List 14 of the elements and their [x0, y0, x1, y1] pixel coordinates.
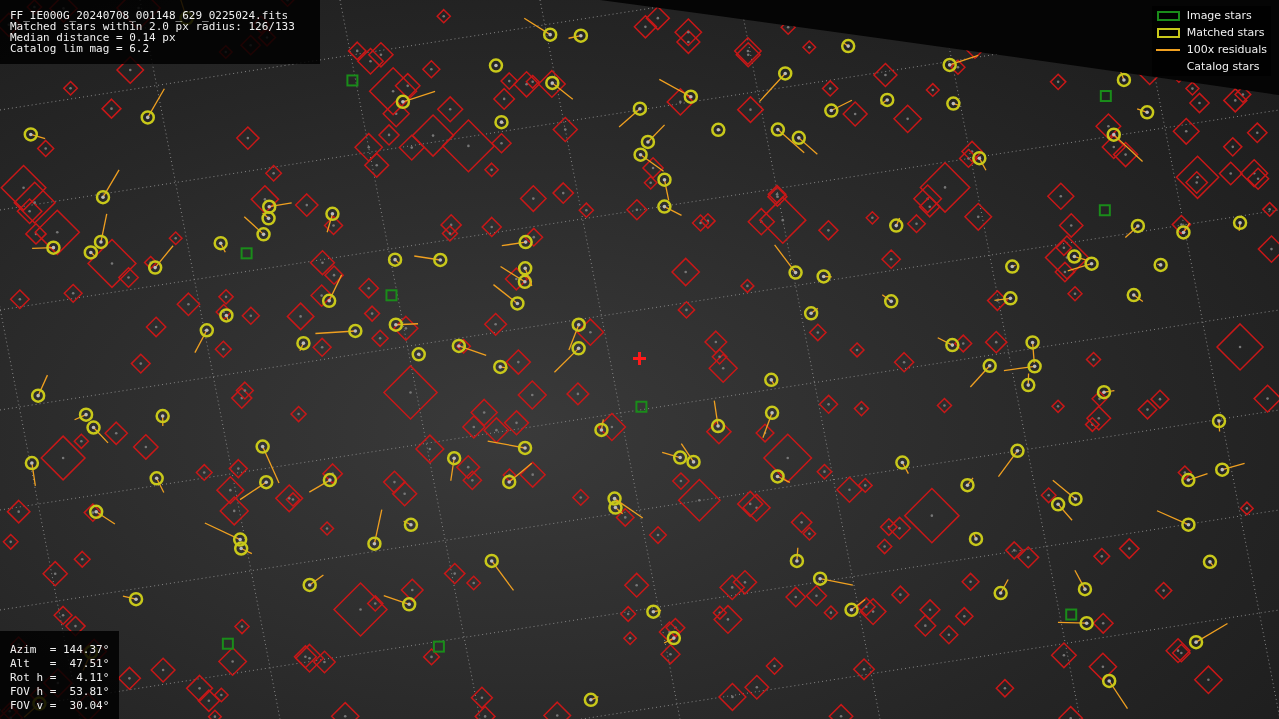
pointing-text: Rot h = 4.11° — [10, 671, 110, 685]
info-text: FF_IE000G_20240708_001148_629_0225024.fits — [10, 10, 290, 21]
legend-label: Image stars — [1186, 9, 1252, 22]
pointing-text: FOV v = 30.04° — [10, 699, 110, 713]
pointing-text: Alt = 47.51° — [10, 657, 110, 671]
center-cross-icon — [633, 352, 646, 365]
info-text: Catalog lim mag = 6.2 — [10, 43, 151, 54]
info-text: Median distance = 0.14 px — [10, 32, 176, 43]
pointing-text: FOV h = 53.81° — [10, 685, 110, 699]
legend-label: Catalog stars — [1186, 60, 1260, 73]
info-text: Matched stars within 2.0 px radius: 126/133 — [10, 21, 296, 32]
legend-label: Matched stars — [1186, 26, 1265, 39]
pointing-text: Azim = 144.37° — [10, 643, 110, 657]
legend-label: 100x residuals — [1186, 43, 1267, 56]
